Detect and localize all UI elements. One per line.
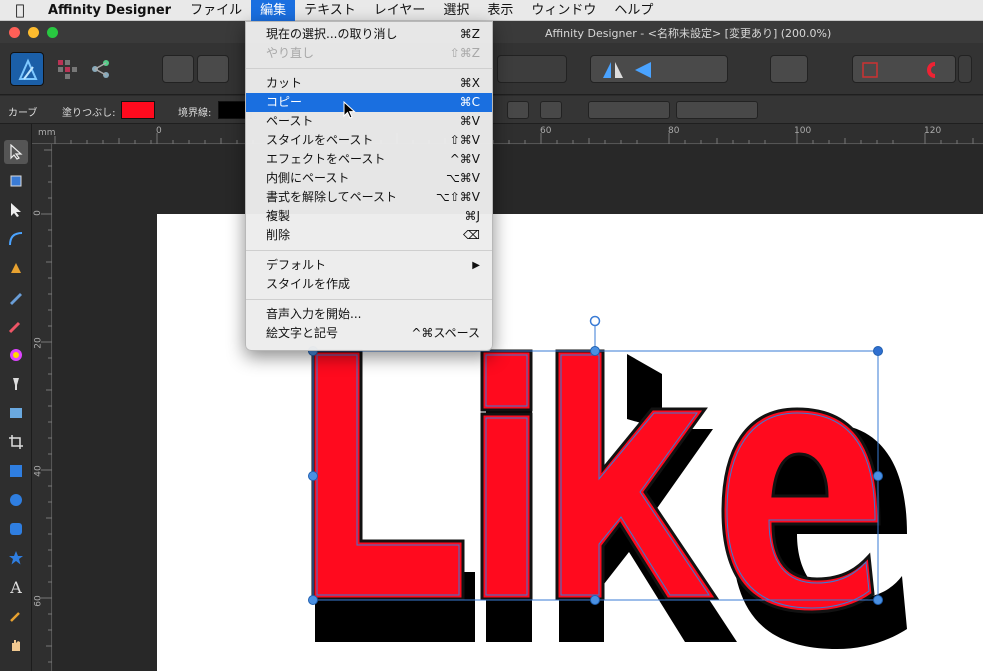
rounded-rectangle-tool-icon[interactable]	[4, 517, 28, 541]
menu-item-defaults[interactable]: デフォルト ▶	[246, 256, 492, 275]
ellipse-tool-icon[interactable]	[4, 488, 28, 512]
ruler-tick-label: 60	[540, 126, 552, 136]
menu-separator	[246, 299, 492, 300]
snapping-dropdown-button[interactable]	[958, 55, 972, 83]
corner-tool-icon[interactable]	[4, 227, 28, 251]
ruler-tick-label: 60	[33, 595, 44, 607]
menu-item-duplicate[interactable]: 複製 ⌘J	[246, 207, 492, 226]
menu-file[interactable]: ファイル	[181, 0, 251, 21]
cloud-disabled-button[interactable]	[197, 55, 229, 83]
brush-tool-icon[interactable]	[4, 314, 28, 338]
mac-menu-bar:  Affinity Designer ファイル 編集 テキスト レイヤー 選択…	[0, 0, 983, 21]
menu-separator	[246, 250, 492, 251]
stroke-label: 境界線:	[178, 108, 212, 119]
menu-item-cut[interactable]: カット ⌘X	[246, 74, 492, 93]
menu-item-redo: やり直し ⇧⌘Z	[266, 46, 480, 60]
menu-item-create-style[interactable]: スタイルを作成	[246, 275, 492, 294]
zoom-window-button[interactable]	[47, 27, 58, 38]
pencil-tool-icon[interactable]	[4, 285, 28, 309]
eyedropper-tool-icon[interactable]	[4, 604, 28, 628]
menu-item-undo[interactable]: 現在の選択...の取り消し ⌘Z	[246, 25, 492, 44]
ruler-tick-label: 40	[33, 465, 44, 477]
pen-tool-icon[interactable]	[4, 256, 28, 280]
pointer-cursor-icon	[343, 101, 356, 119]
image-tool-icon[interactable]	[4, 401, 28, 425]
menu-item-emoji-symbols[interactable]: 絵文字と記号 ^⌘スペース	[246, 324, 492, 343]
app-menu[interactable]: Affinity Designer	[40, 3, 181, 18]
menu-view[interactable]: 表示	[478, 0, 522, 21]
pixel-persona-icon[interactable]	[56, 58, 78, 80]
move-tool-icon[interactable]	[4, 140, 28, 164]
close-window-button[interactable]	[9, 27, 20, 38]
flip-rotate-group[interactable]	[590, 55, 728, 83]
fill-label: 塗りつぶし:	[62, 108, 116, 119]
artboard-tool-icon[interactable]	[4, 169, 28, 193]
edit-menu-dropdown: 現在の選択...の取り消し ⌘Z やり直し ⇧⌘Z カット ⌘X コピー ⌘C ペースト…	[245, 21, 493, 351]
menu-item-paste-without-format[interactable]: 書式を解除してペースト ⌥⇧⌘V	[246, 188, 492, 207]
vertical-ruler[interactable]: 0 20 40 60	[32, 144, 52, 671]
crop-tool-icon[interactable]	[4, 430, 28, 454]
menu-item-paste[interactable]: ペースト ⌘V	[246, 112, 492, 131]
boolean-ops-group[interactable]	[497, 55, 567, 83]
align-vertical-group[interactable]	[676, 101, 758, 119]
ruler-tick-label: 0	[156, 126, 162, 136]
menu-layer[interactable]: レイヤー	[365, 0, 435, 21]
fill-swatch[interactable]	[121, 101, 155, 119]
align-horizontal-group[interactable]	[588, 101, 670, 119]
node-tool-icon[interactable]	[4, 198, 28, 222]
curve-label: カーブ	[8, 108, 38, 119]
hand-tool-icon[interactable]	[4, 633, 28, 657]
rotation-handle[interactable]	[589, 315, 601, 327]
star-tool-icon[interactable]	[4, 546, 28, 570]
menu-text[interactable]: テキスト	[295, 0, 365, 21]
export-persona-icon[interactable]	[90, 58, 112, 80]
menu-item-copy[interactable]: コピー ⌘C	[246, 93, 492, 112]
window-title: Affinity Designer - <名称未設定> [変更あり] (200.…	[545, 27, 832, 40]
fill-tool-icon[interactable]	[4, 372, 28, 396]
tools-panel: A	[0, 124, 32, 671]
submenu-arrow-icon: ▶	[472, 260, 480, 271]
menu-item-paste-effects[interactable]: エフェクトをペースト ^⌘V	[246, 150, 492, 169]
menu-item-delete[interactable]: 削除 ⌫	[246, 226, 492, 245]
minimize-window-button[interactable]	[28, 27, 39, 38]
ruler-tick-label: 80	[668, 126, 680, 136]
cloud-upload-button[interactable]	[162, 55, 194, 83]
horizontal-ruler[interactable]: mm 0 60 80 100 120	[32, 124, 983, 144]
color-picker-icon[interactable]	[4, 343, 28, 367]
rotate-selection-button[interactable]	[540, 101, 562, 119]
ruler-tick-label: 0	[32, 210, 43, 216]
apple-icon[interactable]: 	[0, 1, 40, 19]
menu-select[interactable]: 選択	[434, 0, 478, 21]
affinity-logo-icon[interactable]	[10, 52, 44, 86]
ruler-unit: mm	[38, 128, 56, 138]
ruler-tick-label: 100	[794, 126, 812, 136]
menu-item-paste-inside[interactable]: 内側にペースト ⌥⌘V	[246, 169, 492, 188]
menu-separator	[246, 68, 492, 69]
rectangle-tool-icon[interactable]	[4, 459, 28, 483]
ruler-tick-label: 120	[924, 126, 942, 136]
menu-item-start-dictation[interactable]: 音声入力を開始...	[246, 305, 492, 324]
snapping-group[interactable]	[852, 55, 956, 83]
ruler-tick-label: 20	[33, 337, 44, 349]
transform-button[interactable]	[507, 101, 529, 119]
align-button[interactable]	[770, 55, 808, 83]
text-tool-icon[interactable]: A	[4, 575, 28, 599]
menu-help[interactable]: ヘルプ	[605, 0, 662, 21]
menu-window[interactable]: ウィンドウ	[522, 0, 605, 21]
menu-item-paste-style[interactable]: スタイルをペースト ⇧⌘V	[246, 131, 492, 150]
delete-key-icon: ⌫	[463, 228, 480, 242]
menu-edit[interactable]: 編集	[251, 0, 296, 21]
